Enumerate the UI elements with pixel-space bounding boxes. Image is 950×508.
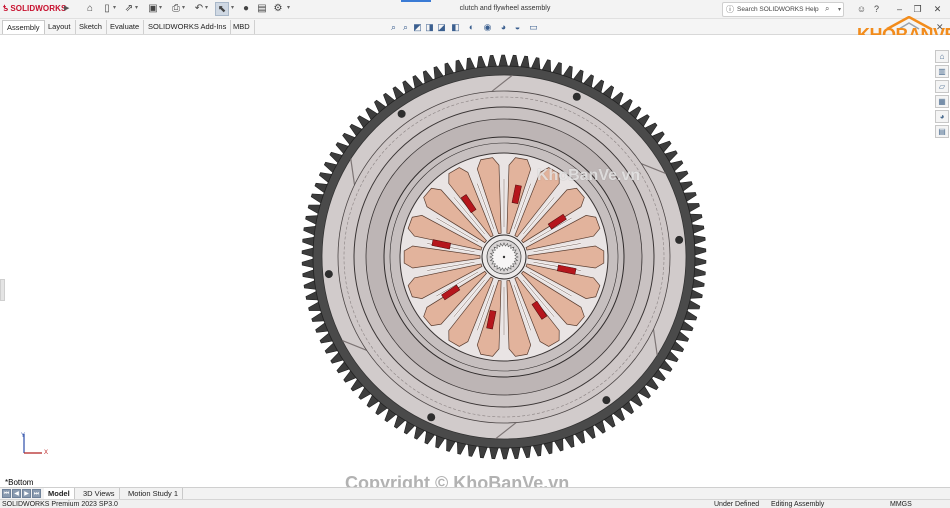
bottom-tab-bar: ⏮ ◀ ▶ ⏭ Model 3D Views Motion Study 1	[0, 487, 950, 499]
flywheel-bolt-hole	[572, 92, 581, 101]
next-tab-icon[interactable]: ▶	[22, 489, 31, 498]
menu-expand-arrow-icon[interactable]: ▶	[64, 4, 69, 12]
resources-icon[interactable]: ⌂	[935, 50, 949, 63]
feature-manager-collapse-handle[interactable]	[0, 279, 5, 301]
close-icon[interactable]: ✕	[931, 2, 944, 16]
triad-y-label: Y	[21, 433, 26, 439]
center-watermark: KhoBanVe.vn	[537, 167, 641, 184]
solidworks-window: ƾ SOLIDWORKS ▶ ⌂ ▯ ▾ ⇗ ▾ ▣ ▾ ⎙ ▾ ↶ ▾ ⬉ ▾ …	[0, 0, 950, 508]
new-document-icon[interactable]: ▯	[100, 2, 114, 16]
tab-evaluate[interactable]: Evaluate	[106, 20, 145, 34]
solidworks-logo[interactable]: ƾ SOLIDWORKS	[3, 3, 66, 13]
options-dropdown-icon[interactable]: ▾	[287, 4, 290, 11]
status-version: SOLIDWORKS Premium 2023 SP3.0	[2, 501, 118, 508]
task-pane-tabs: ⌂ ▥ ▱ ▦ ◕ ▤	[934, 50, 950, 140]
hub-center-point	[502, 255, 506, 259]
triad-x-label: X	[44, 450, 49, 456]
document-title: clutch and flywheel assembly	[459, 5, 551, 12]
search-help-field[interactable]: ⓘ Search SOLIDWORKS Help ⌕ ▾	[722, 2, 844, 17]
print-dropdown-icon[interactable]: ▾	[182, 4, 185, 11]
search-icon[interactable]: ⌕	[825, 4, 829, 14]
save-icon[interactable]: ▣	[146, 2, 160, 16]
restore-icon[interactable]: ❐	[911, 2, 924, 16]
hide-show-icon[interactable]: ◉	[482, 21, 493, 33]
graphics-area[interactable]: KhoBanVe.vn	[0, 35, 950, 487]
flywheel-bolt-hole	[675, 235, 684, 244]
section-view-icon[interactable]: ◨	[424, 21, 435, 33]
flywheel-bolt-hole	[602, 396, 611, 405]
first-tab-icon[interactable]: ⏮	[2, 489, 11, 498]
undo-dropdown-icon[interactable]: ▾	[205, 4, 208, 11]
apply-scene-icon[interactable]: ◒	[512, 21, 523, 33]
tab-sketch[interactable]: Sketch	[75, 20, 107, 34]
undo-icon[interactable]: ↶	[192, 2, 206, 16]
design-library-icon[interactable]: ▥	[935, 65, 949, 78]
tab-mbd[interactable]: MBD	[229, 20, 255, 34]
display-style-icon[interactable]: ◐	[466, 21, 477, 33]
new-dropdown-icon[interactable]: ▾	[113, 4, 116, 11]
flywheel-bolt-hole	[397, 109, 406, 118]
minimize-icon[interactable]: –	[893, 2, 906, 16]
help-search-icon: ⓘ	[726, 5, 734, 14]
tab-motion-study-1[interactable]: Motion Study 1	[124, 488, 184, 499]
search-dropdown-icon[interactable]: ▾	[838, 6, 841, 13]
status-units[interactable]: MMGS	[890, 500, 912, 508]
status-bar: SOLIDWORKS Premium 2023 SP3.0 Under Defi…	[0, 499, 950, 508]
select-dropdown-icon[interactable]: ▾	[231, 4, 234, 11]
save-dropdown-icon[interactable]: ▾	[159, 4, 162, 11]
print-icon[interactable]: ⎙	[169, 2, 183, 16]
rebuild-icon[interactable]: ●	[239, 2, 253, 16]
previous-tab-icon[interactable]: ◀	[12, 489, 21, 498]
search-placeholder: Search SOLIDWORKS Help	[737, 6, 819, 13]
last-tab-icon[interactable]: ⏭	[32, 489, 41, 498]
view-palette-icon[interactable]: ▦	[935, 95, 949, 108]
user-icon[interactable]: ☺	[855, 2, 868, 16]
view-orientation-label: *Bottom	[5, 478, 34, 487]
model-geometry	[301, 54, 707, 460]
title-accent-bar	[401, 0, 431, 2]
appearances-icon[interactable]: ◕	[935, 110, 949, 123]
tab-assembly[interactable]: Assembly	[2, 20, 45, 34]
open-dropdown-icon[interactable]: ▾	[135, 4, 138, 11]
previous-view-icon[interactable]: ◩	[412, 21, 423, 33]
clutch-flywheel-model[interactable]	[0, 35, 950, 487]
tab-3d-views[interactable]: 3D Views	[79, 488, 120, 499]
select-icon[interactable]: ⬉	[215, 2, 229, 16]
flywheel-bolt-hole	[427, 413, 436, 422]
zoom-to-area-icon[interactable]: ⌕	[400, 21, 411, 33]
home-icon[interactable]: ⌂	[83, 2, 97, 16]
status-mode: Editing Assembly	[771, 501, 825, 508]
tab-model[interactable]: Model	[44, 488, 75, 499]
view-orientation-icon[interactable]: ◧	[450, 21, 461, 33]
flywheel-bolt-hole	[324, 270, 333, 279]
open-icon[interactable]: ⇗	[122, 2, 136, 16]
zoom-to-fit-icon[interactable]: ⌕	[388, 21, 399, 33]
dynamic-annotation-icon[interactable]: ◪	[436, 21, 447, 33]
status-definition: Under Defined	[714, 501, 760, 508]
options-icon[interactable]: ⚙	[271, 2, 285, 16]
view-settings-icon[interactable]: ▭	[528, 21, 539, 33]
file-explorer-icon[interactable]: ▱	[935, 80, 949, 93]
edit-appearance-icon[interactable]: ◕	[498, 21, 509, 33]
title-bar: ƾ SOLIDWORKS ▶ ⌂ ▯ ▾ ⇗ ▾ ▣ ▾ ⎙ ▾ ↶ ▾ ⬉ ▾ …	[0, 0, 950, 19]
help-icon[interactable]: ?	[870, 2, 883, 16]
custom-properties-icon[interactable]: ▤	[935, 125, 949, 138]
tab-addins[interactable]: SOLIDWORKS Add-Ins	[144, 20, 232, 34]
file-properties-icon[interactable]: ▤	[255, 2, 269, 16]
tab-layout[interactable]: Layout	[44, 20, 76, 34]
